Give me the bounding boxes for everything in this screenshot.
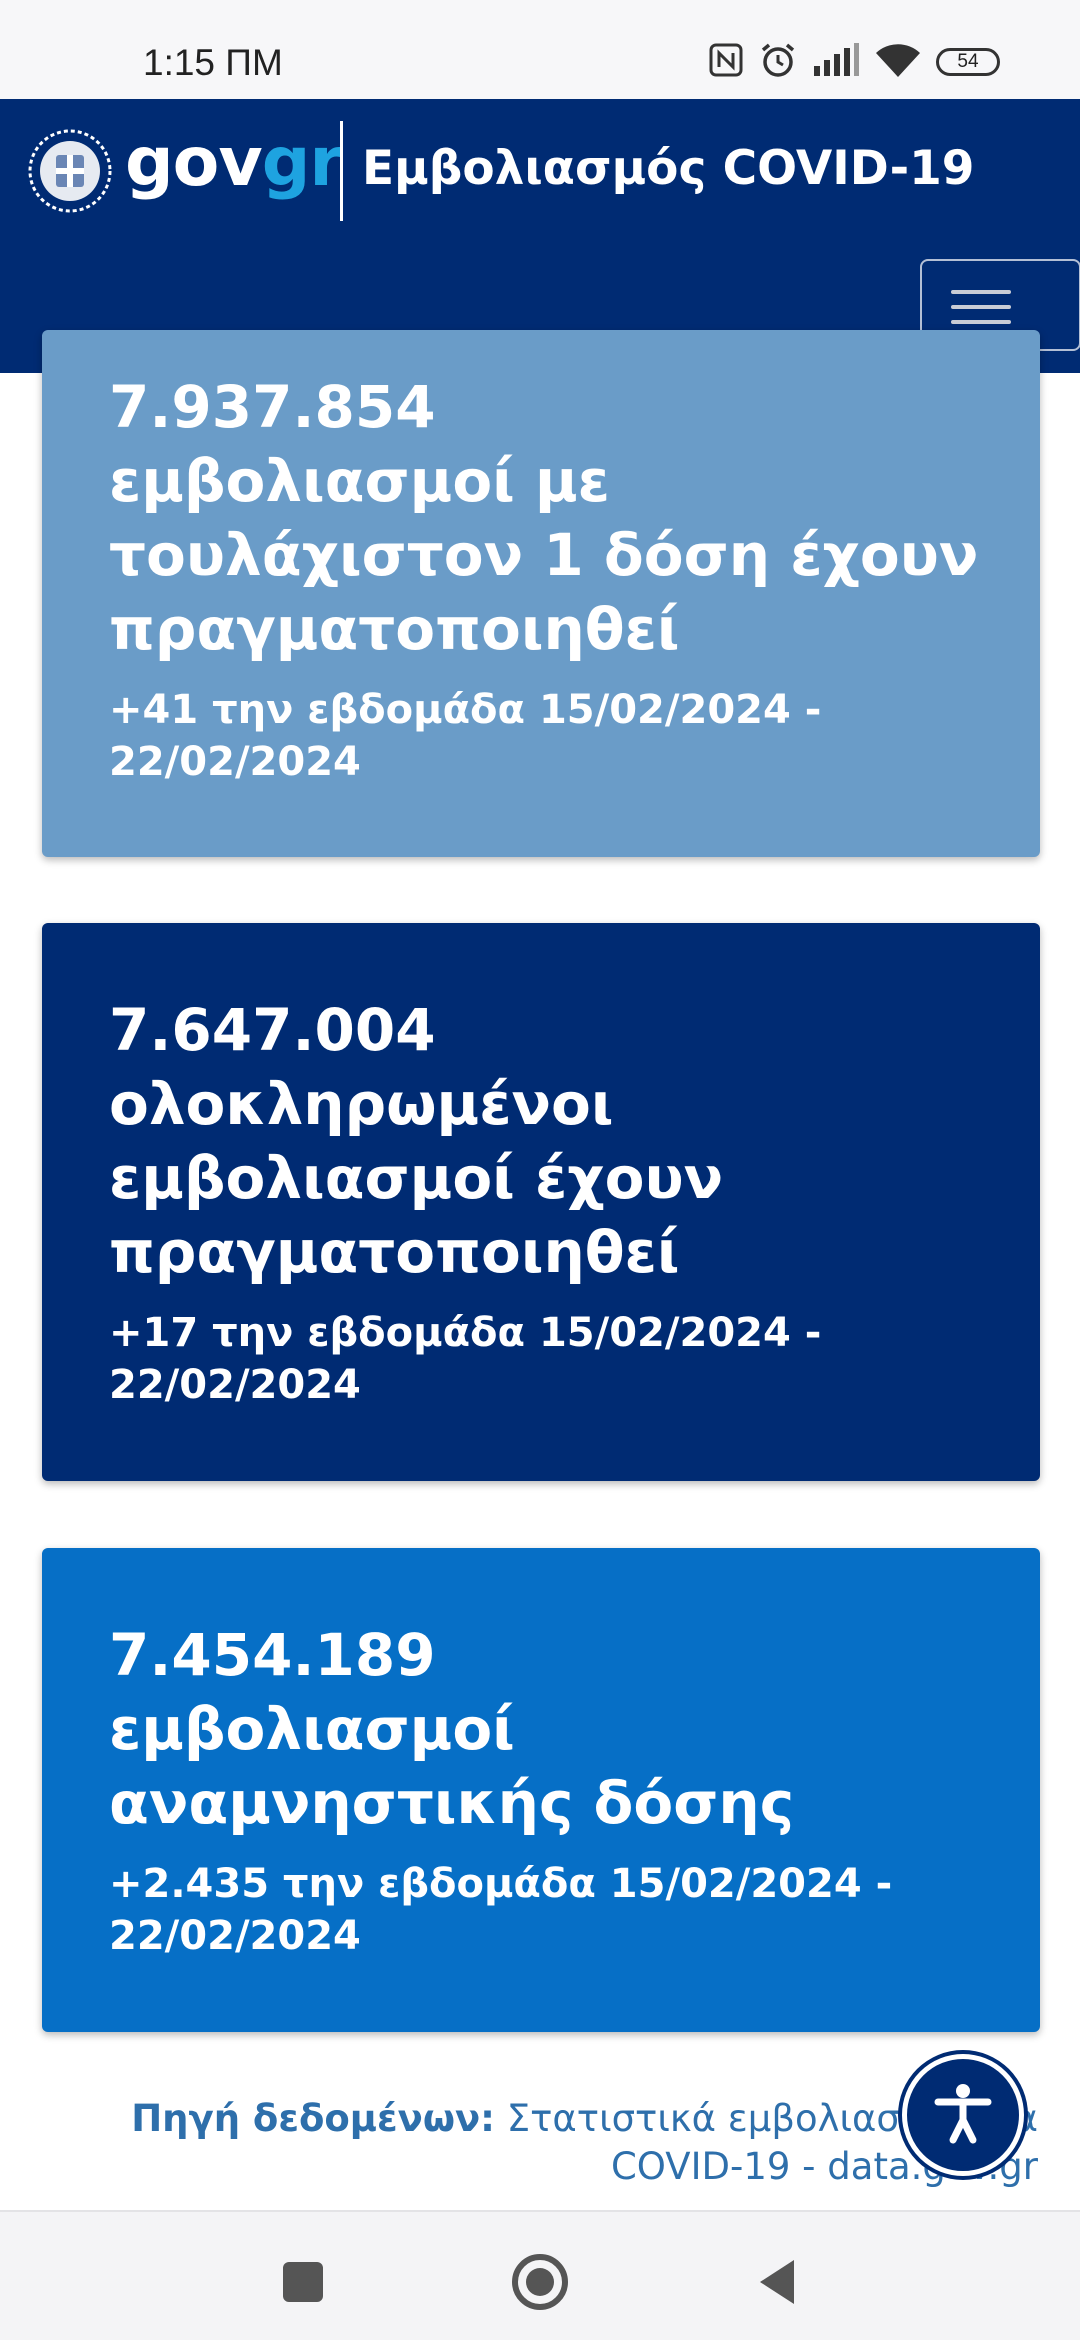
status-bar: 1:15 ΠΜ 54 [0,0,1080,99]
signal-icon [812,42,860,82]
stat-weekly-change: +2.435 την εβδομάδα 15/02/2024 - 22/02/2… [109,1861,893,1959]
back-triangle-icon[interactable] [748,2252,808,2312]
wifi-icon [874,41,922,83]
hamburger-line [951,290,1011,294]
accessibility-icon [928,2078,998,2152]
stat-description: εμβολιασμοί αναμνηστικής δόσης [109,1695,795,1837]
govgr-logo[interactable]: govgr [125,123,343,202]
home-circle-icon[interactable] [510,2252,570,2312]
stat-card-booster: 7.454.189 εμβολιασμοί αναμνηστικής δόσης… [42,1548,1040,2032]
stat-weekly-change: +41 την εβδομάδα 15/02/2024 - 22/02/2024 [109,687,822,785]
stat-description: εμβολιασμοί με τουλάχιστον 1 δόση έχουν … [109,447,979,663]
alarm-icon [758,40,798,84]
hamburger-line [951,305,1011,309]
greek-emblem-icon [28,129,112,213]
logo-gr: gr [261,123,343,202]
status-time: 1:15 ΠΜ [143,42,283,83]
battery-indicator: 54 [936,48,1000,76]
header-divider [340,121,343,221]
stat-weekly-change: +17 την εβδομάδα 15/02/2024 - 22/02/2024 [109,1310,822,1408]
accessibility-button[interactable] [902,2054,1024,2176]
stat-card-completed: 7.647.004 ολοκληρωμένοι εμβολιασμοί έχου… [42,923,1040,1481]
hamburger-line [951,320,1011,324]
stat-card-first-dose: 7.937.854 εμβολιασμοί με τουλάχιστον 1 δ… [42,330,1040,857]
data-source-label: Πηγή δεδομένων: [131,2097,495,2140]
stat-number: 7.647.004 [109,996,436,1064]
stat-number: 7.454.189 [109,1621,436,1689]
system-nav-bar [0,2210,1080,2340]
nfc-icon [708,42,744,82]
page-title: Εμβολιασμός COVID-19 [362,141,975,196]
data-source: Πηγή δεδομένων: Στατιστικά εμβολιασμού γ… [108,2095,1038,2191]
stat-description: ολοκληρωμένοι εμβολιασμοί έχουν πραγματο… [109,1070,724,1286]
logo-gov: gov [125,123,263,202]
stat-number: 7.937.854 [109,373,436,441]
recents-square-icon[interactable] [273,2252,333,2312]
status-icons: 54 [708,42,1000,82]
